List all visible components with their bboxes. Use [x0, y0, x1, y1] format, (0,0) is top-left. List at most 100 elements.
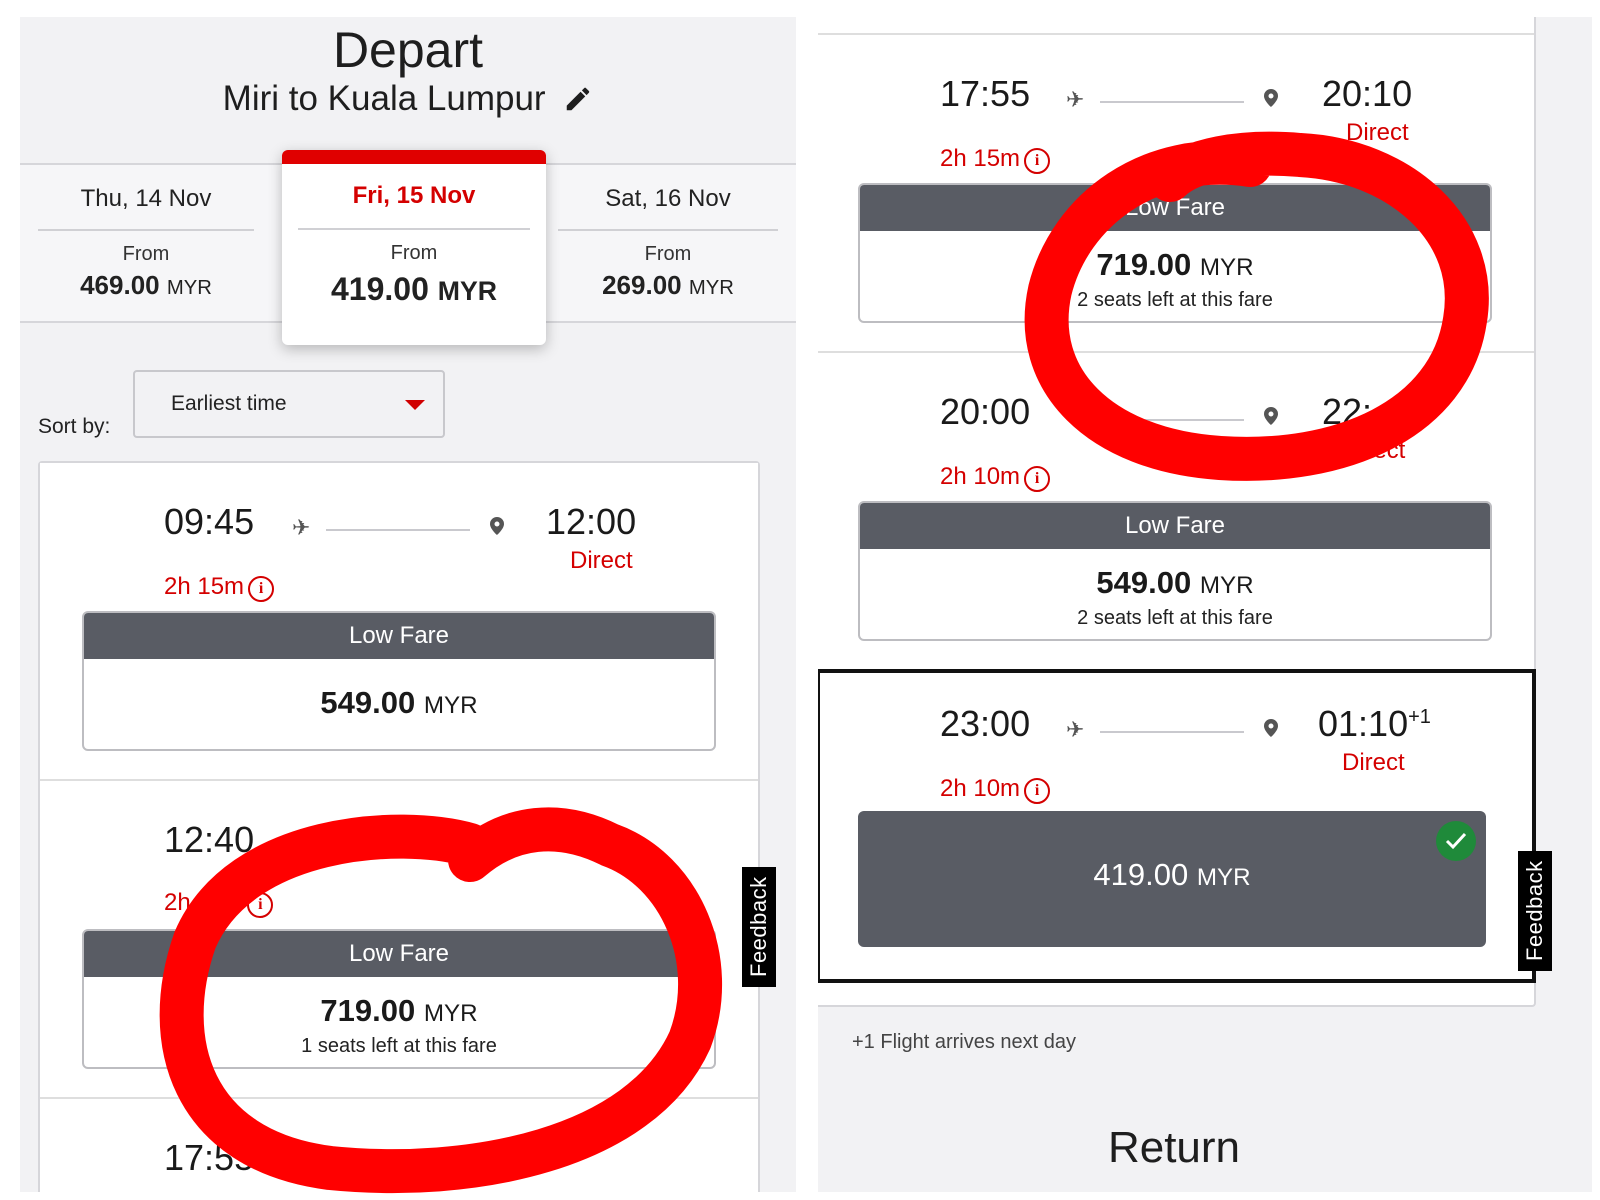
- departure-time: 17:55: [164, 1137, 255, 1178]
- duration-text: 2h 10m: [940, 463, 1021, 490]
- fare-price: 549.00 MYR: [84, 685, 714, 721]
- route-line: ✈: [1066, 717, 1278, 742]
- price-currency: MYR: [1196, 864, 1251, 891]
- location-pin-icon: [1264, 407, 1278, 425]
- departure-time: 23:00: [940, 703, 1031, 744]
- price-amount: 419.00: [1093, 857, 1189, 892]
- plane-icon: ✈: [1066, 405, 1085, 430]
- feedback-tab[interactable]: Feedback: [742, 867, 776, 987]
- duration-text: 2h 15m: [164, 573, 245, 600]
- arrival-time: 12:00: [546, 501, 637, 542]
- arrival-time: 22:: [1322, 391, 1373, 432]
- date-tab-thu[interactable]: Thu, 14 Nov From 469.00 MYR: [20, 165, 272, 301]
- left-screenshot-panel: Depart Miri to Kuala Lumpur Thu, 14 Nov …: [20, 17, 796, 1192]
- price-currency: MYR: [437, 276, 497, 306]
- location-pin-icon: [1264, 89, 1278, 107]
- return-section-title: Return: [1107, 1123, 1241, 1172]
- from-label: From: [122, 243, 170, 265]
- departure-time: 17:55: [940, 73, 1031, 114]
- price-amount: 469.00: [80, 270, 160, 300]
- feedback-tab[interactable]: Feedback: [1518, 851, 1552, 971]
- next-day-marker: +1: [1408, 706, 1431, 728]
- price-amount: 269.00: [602, 270, 682, 300]
- flight-row[interactable]: 20:00 ✈ 22: irect 2h 10m i Low Fare 549.0…: [818, 353, 1534, 671]
- fare-option[interactable]: Low Fare 549.00 MYR 2 seats left at this…: [858, 501, 1492, 641]
- flight-row[interactable]: 17:55 ✈ 20:10 Direct 2h 15m i Low Fare 71…: [818, 35, 1534, 353]
- from-label: From: [390, 242, 438, 264]
- price-currency: MYR: [166, 277, 212, 299]
- price-amount: 549.00: [320, 685, 416, 720]
- price-currency: MYR: [1199, 572, 1254, 599]
- info-icon[interactable]: i: [1024, 466, 1051, 492]
- flight-row[interactable]: 12:40 2h i Low Fare 719.00 MYR 1 seats l…: [40, 781, 758, 1099]
- fare-option[interactable]: Low Fare 549.00 MYR: [82, 611, 716, 751]
- date-label: Fri, 15 Nov: [298, 164, 530, 230]
- fare-price: 719.00 MYR: [860, 247, 1490, 283]
- departure-time: 20:00: [940, 391, 1031, 432]
- seats-left: 2 seats left at this fare: [1077, 289, 1273, 311]
- route-line: ✈: [1066, 87, 1278, 112]
- flight-row[interactable]: 09:45 ✈ 12:00 Direct 2h 15m i Low Fare 54…: [40, 463, 758, 781]
- duration: 2h 10m i: [940, 775, 1051, 804]
- fare-label: Low Fare: [860, 503, 1490, 549]
- arrival-time: 20:10: [1322, 73, 1413, 114]
- route-text: Miri to Kuala Lumpur: [222, 79, 546, 118]
- seats-left: 2 seats left at this fare: [1077, 607, 1273, 629]
- price-currency: MYR: [423, 692, 478, 719]
- departure-time: 12:40: [164, 819, 255, 860]
- date-price: 469.00 MYR: [20, 270, 272, 301]
- duration: 2h 15m i: [164, 573, 275, 602]
- date-tab-fri-selected[interactable]: Fri, 15 Nov From 419.00 MYR: [282, 150, 546, 345]
- route-line: ✈: [292, 515, 504, 540]
- seats-left: 1 seats left at this fare: [301, 1035, 497, 1057]
- direct-label: Direct: [570, 547, 633, 574]
- route-line: ✈: [1066, 405, 1278, 430]
- duration: 2h 10m i: [940, 463, 1051, 492]
- flight-row[interactable]: 17:55: [40, 1099, 758, 1192]
- fare-price: 549.00 MYR: [860, 565, 1490, 601]
- info-icon[interactable]: i: [247, 892, 274, 918]
- arrival-time: 01:10+1: [1318, 703, 1431, 745]
- price-amount: 419.00: [330, 271, 429, 307]
- direct-label: Direct: [1342, 749, 1405, 776]
- date-price: 419.00 MYR: [282, 271, 546, 308]
- duration-text: 2h: [164, 889, 191, 916]
- price-currency: MYR: [423, 1000, 478, 1027]
- price-currency: MYR: [1199, 254, 1254, 281]
- info-icon[interactable]: i: [1024, 778, 1051, 804]
- fare-price: 719.00 MYR: [84, 993, 714, 1029]
- fare-label: Low Fare: [860, 185, 1490, 231]
- caret-down-icon: [405, 400, 425, 410]
- route-title[interactable]: Miri to Kuala Lumpur: [20, 79, 796, 119]
- sort-label: Sort by:: [38, 415, 111, 438]
- price-amount: 719.00: [320, 993, 416, 1028]
- fare-label: Low Fare: [84, 613, 714, 659]
- pencil-icon[interactable]: [563, 84, 593, 114]
- location-pin-icon: [1264, 719, 1278, 737]
- direct-label: Direct: [1346, 119, 1409, 146]
- direct-label: irect: [1360, 437, 1406, 464]
- fare-option[interactable]: Low Fare 719.00 MYR 1 seats left at this…: [82, 929, 716, 1069]
- selected-fare[interactable]: 419.00 MYR: [858, 811, 1486, 947]
- fare-label: Low Fare: [84, 931, 714, 977]
- arrival-time-text: 01:10: [1318, 703, 1409, 744]
- duration-text: 2h 10m: [940, 775, 1021, 802]
- page-title: Depart: [332, 22, 484, 78]
- duration-text: 2h 15m: [940, 145, 1021, 172]
- duration: 2h i: [164, 889, 274, 918]
- date-label: Thu, 14 Nov: [38, 165, 254, 231]
- date-label: Sat, 16 Nov: [558, 165, 778, 231]
- location-pin-icon: [490, 517, 504, 535]
- plane-icon: ✈: [292, 515, 311, 540]
- fare-option[interactable]: Low Fare 719.00 MYR 2 seats left at this…: [858, 183, 1492, 323]
- from-label: From: [644, 243, 692, 265]
- departure-time: 09:45: [164, 501, 255, 542]
- flight-list: 09:45 ✈ 12:00 Direct 2h 15m i Low Fare 54…: [38, 461, 760, 1192]
- info-icon[interactable]: i: [248, 576, 275, 602]
- selected-flight-card[interactable]: 23:00 ✈ 01:10+1 Direct 2h 10m i 419.00 MY…: [818, 669, 1536, 983]
- date-tab-sat[interactable]: Sat, 16 Nov From 269.00 MYR: [540, 165, 796, 301]
- sort-dropdown[interactable]: Earliest time: [133, 370, 445, 438]
- info-icon[interactable]: i: [1024, 148, 1051, 174]
- sort-value: Earliest time: [171, 392, 287, 415]
- duration: 2h 15m i: [940, 145, 1051, 174]
